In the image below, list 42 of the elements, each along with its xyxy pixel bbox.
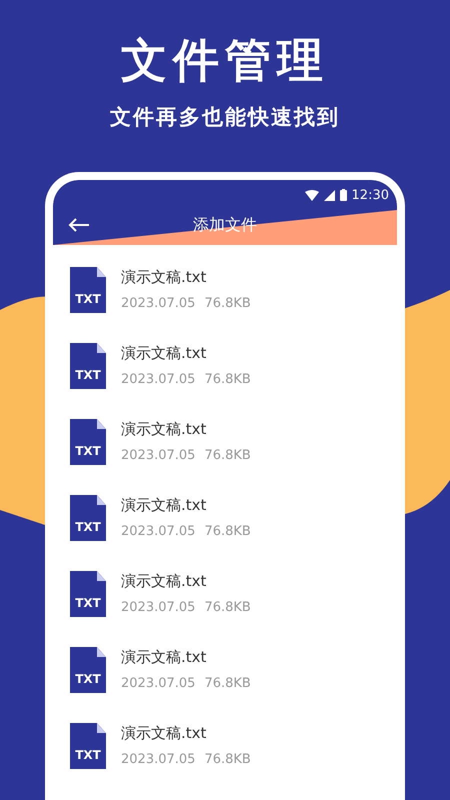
file-size: 76.8KB — [204, 295, 251, 313]
file-size: 76.8KB — [204, 751, 251, 769]
file-item[interactable]: TXT 演示文稿.txt 2023.07.05 76.8KB — [53, 647, 397, 723]
signal-icon — [324, 190, 335, 200]
headline: 文件管理 — [121, 32, 329, 89]
txt-file-icon: TXT — [70, 647, 106, 693]
file-item[interactable]: TXT 演示文稿.txt 2023.07.05 76.8KB — [53, 419, 397, 495]
file-item[interactable]: TXT 演示文稿.txt 2023.07.05 76.8KB — [53, 723, 397, 799]
file-item[interactable]: TXT 演示文稿.txt 2023.07.05 76.8KB — [53, 571, 397, 647]
file-name: 演示文稿.txt — [121, 419, 208, 439]
file-size: 76.8KB — [204, 599, 251, 617]
file-size: 76.8KB — [204, 523, 251, 541]
txt-file-icon: TXT — [70, 495, 106, 541]
file-name: 演示文稿.txt — [121, 647, 208, 667]
file-name: 演示文稿.txt — [121, 723, 208, 743]
file-size: 76.8KB — [204, 675, 251, 693]
file-item[interactable]: TXT 演示文稿.txt 2023.07.05 76.8KB — [53, 267, 397, 343]
status-time: 12:30 — [352, 188, 389, 202]
file-item[interactable]: TXT 演示文稿.txt 2023.07.05 76.8KB — [53, 343, 397, 419]
battery-icon — [340, 189, 347, 201]
file-date: 2023.07.05 — [121, 675, 196, 693]
file-name: 演示文稿.txt — [121, 267, 208, 287]
back-arrow-icon — [68, 216, 90, 232]
file-size: 76.8KB — [204, 447, 251, 465]
file-size: 76.8KB — [204, 371, 251, 389]
file-date: 2023.07.05 — [121, 371, 196, 389]
file-date: 2023.07.05 — [121, 751, 196, 769]
wifi-icon — [304, 190, 319, 200]
file-name: 演示文稿.txt — [121, 495, 208, 515]
txt-file-icon: TXT — [70, 571, 106, 617]
file-item[interactable]: TXT 演示文稿.txt 2023.07.05 76.8KB — [53, 495, 397, 571]
file-date: 2023.07.05 — [121, 523, 196, 541]
file-date: 2023.07.05 — [121, 295, 196, 313]
file-date: 2023.07.05 — [121, 599, 196, 617]
file-name: 演示文稿.txt — [121, 343, 208, 363]
txt-file-icon: TXT — [70, 723, 106, 769]
txt-file-icon: TXT — [70, 419, 106, 465]
file-name: 演示文稿.txt — [121, 571, 208, 591]
file-date: 2023.07.05 — [121, 447, 196, 465]
subheadline: 文件再多也能快速找到 — [110, 104, 340, 131]
txt-file-icon: TXT — [70, 343, 106, 389]
txt-file-icon: TXT — [70, 267, 106, 313]
